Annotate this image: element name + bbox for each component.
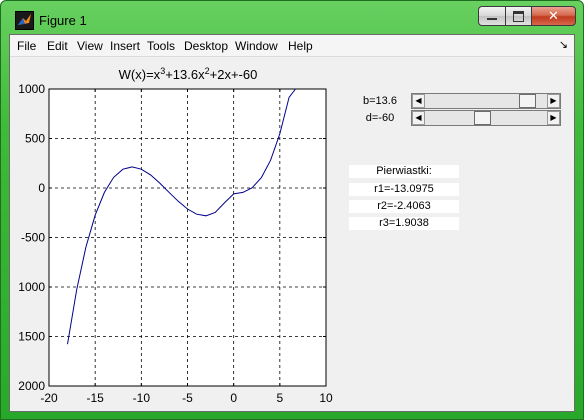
root-r1: r1=-13.0975 [349, 183, 459, 196]
y-tick-label: 1500 [18, 330, 45, 344]
d-slider[interactable]: ◀ ▶ [411, 110, 561, 126]
window-frame: Figure 1 ✕ File Edit View Insert Tools D… [0, 0, 584, 420]
d-label: d=-60 [365, 112, 395, 124]
minimize-button[interactable] [478, 6, 505, 26]
matlab-icon [15, 11, 34, 30]
left-arrow-icon: ◀ [415, 113, 422, 122]
close-button[interactable]: ✕ [531, 6, 576, 26]
left-arrow-icon: ◀ [415, 96, 422, 105]
y-tick-label: 500 [25, 132, 45, 146]
x-tick-label: -20 [40, 391, 58, 405]
root-r2: r2=-2.4063 [349, 200, 459, 213]
d-slider-thumb[interactable] [474, 111, 492, 125]
plot-canvas: W(x)=x3+13.6x2+2x+-60 -20 -15 -10 -5 0 5 10 10… [10, 57, 574, 411]
y-tick-label: 0 [38, 181, 45, 195]
close-icon: ✕ [548, 8, 559, 23]
b-slider[interactable]: ◀ ▶ [411, 93, 561, 109]
roots-heading: Pierwiastki: [349, 165, 459, 178]
y-tick-label: 2000 [18, 379, 45, 393]
y-tick-label: 1000 [18, 82, 45, 96]
x-tick-label: -10 [133, 391, 151, 405]
maximize-button[interactable] [505, 6, 531, 26]
d-slider-left-arrow[interactable]: ◀ [412, 111, 425, 125]
b-slider-right-arrow[interactable]: ▶ [547, 94, 560, 108]
b-slider-left-arrow[interactable]: ◀ [412, 94, 425, 108]
minimize-icon [487, 18, 497, 20]
root-r3: r3=1.9038 [349, 217, 459, 230]
maximize-icon [513, 10, 524, 22]
right-arrow-icon: ▶ [550, 113, 557, 122]
plot-title: W(x)=x3+13.6x2+2x+-60 [119, 66, 258, 82]
x-tick-label: 5 [276, 391, 283, 405]
figure-client-area: File Edit View Insert Tools Desktop Wind… [9, 34, 575, 412]
x-tick-label: 10 [319, 391, 333, 405]
y-tick-label: -500 [21, 231, 45, 245]
x-tick-label: -15 [86, 391, 104, 405]
window-title: Figure 1 [39, 13, 87, 28]
right-arrow-icon: ▶ [550, 96, 557, 105]
d-slider-right-arrow[interactable]: ▶ [547, 111, 560, 125]
x-tick-label: -5 [182, 391, 193, 405]
window-controls: ✕ [478, 6, 576, 26]
b-label: b=13.6 [363, 95, 397, 107]
x-tick-label: 0 [230, 391, 237, 405]
b-slider-thumb[interactable] [519, 94, 537, 108]
title-bar[interactable]: Figure 1 ✕ [1, 1, 583, 35]
y-tick-label: 1000 [18, 280, 45, 294]
